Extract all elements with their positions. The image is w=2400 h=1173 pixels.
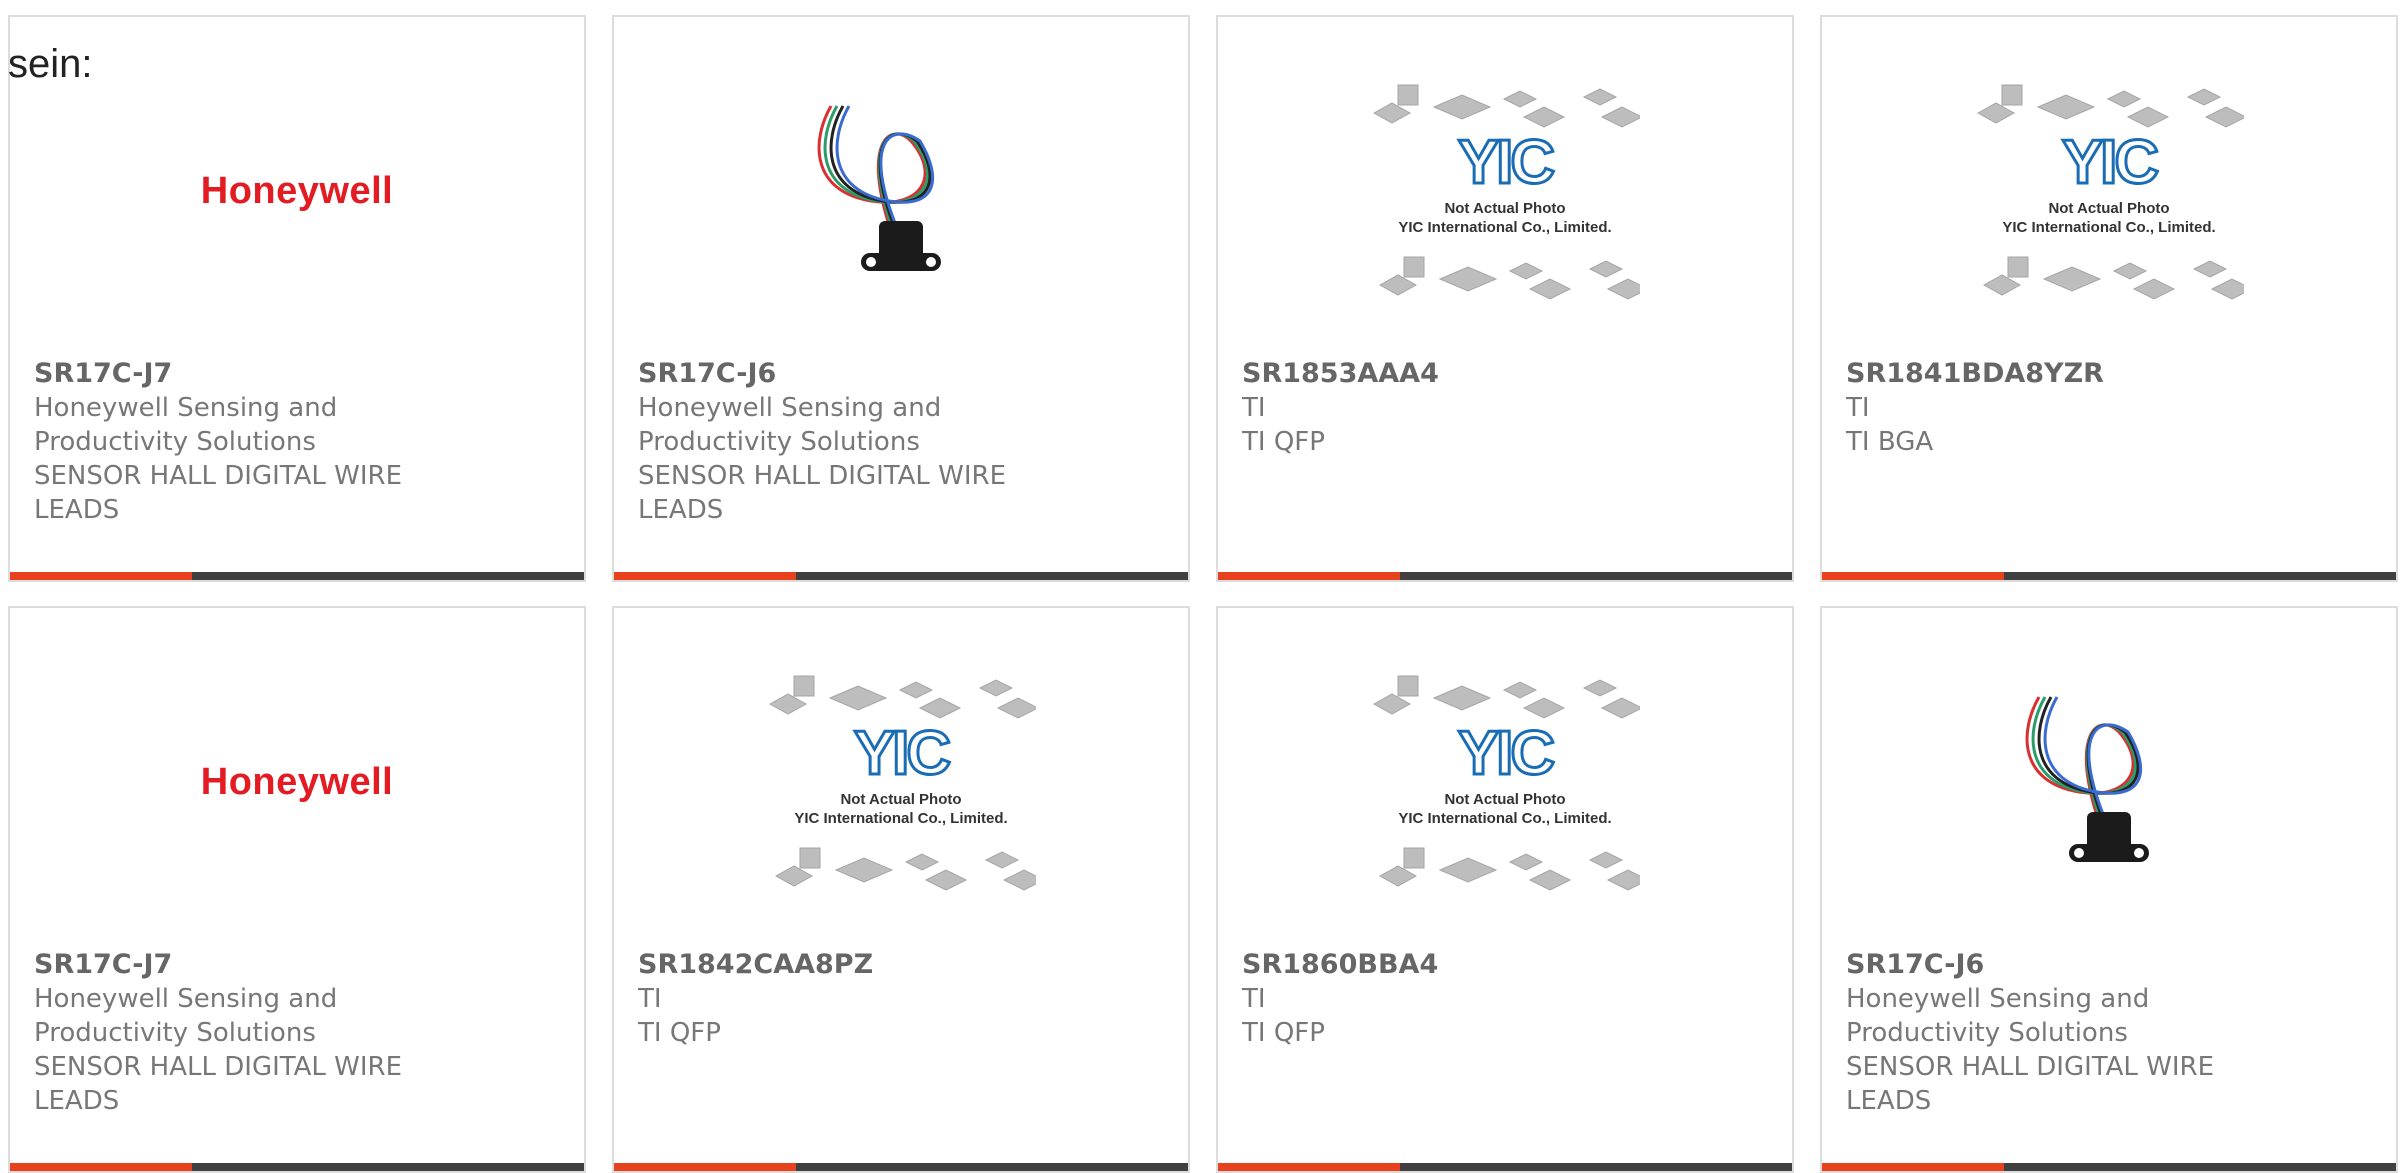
product-info: SR17C-J7 Honeywell Sensing and Productivit… (34, 948, 434, 1118)
part-number[interactable]: SR17C-J6 (1846, 948, 2246, 982)
card-accent-bar (614, 572, 796, 580)
card-accent-bar (1218, 1163, 1400, 1171)
placeholder-caption: Not Actual Photo (1444, 200, 1565, 217)
part-number[interactable]: SR1853AAA4 (1242, 357, 1642, 391)
placeholder-company: YIC International Co., Limited. (794, 810, 1007, 827)
product-info: SR1841BDA8YZR TI TI BGA (1846, 357, 2246, 459)
product-detail-line: Productivity Solutions (34, 427, 316, 457)
product-card[interactable]: YIC Not Actual Photo YIC International Co.… (612, 606, 1190, 1173)
product-detail-line: Productivity Solutions (638, 427, 920, 457)
part-number[interactable]: SR1841BDA8YZR (1846, 357, 2246, 391)
not-actual-photo-image: YIC Not Actual Photo YIC International Co.… (1976, 84, 2244, 300)
card-footer-bar (1822, 1163, 2396, 1171)
product-info: SR17C-J6 Honeywell Sensing and Productivit… (638, 357, 1038, 527)
product-detail-line: LEADS (638, 495, 724, 525)
product-detail-line: TI (1242, 393, 1266, 423)
honeywell-logo: Honeywell (200, 760, 394, 803)
yic-logo: YIC (2062, 128, 2159, 197)
product-detail-line: LEADS (34, 495, 120, 525)
product-detail-line: Honeywell Sensing and (34, 393, 338, 423)
product-detail-line: TI (638, 984, 662, 1014)
product-info: SR17C-J7 Honeywell Sensing and Productivit… (34, 357, 434, 527)
product-detail-line: LEADS (34, 1086, 120, 1116)
product-info: SR1860BBA4 TI TI QFP (1242, 948, 1642, 1050)
card-accent-bar (1822, 1163, 2004, 1171)
product-info: SR1842CAA8PZ TI TI QFP (638, 948, 1038, 1050)
product-detail-line: Honeywell Sensing and (638, 393, 942, 423)
card-accent-bar (614, 1163, 796, 1171)
product-image[interactable]: Honeywell (10, 71, 584, 311)
part-number[interactable]: SR17C-J7 (34, 357, 434, 391)
product-info: SR1853AAA4 TI TI QFP (1242, 357, 1642, 459)
product-detail-line: TI BGA (1846, 427, 1934, 457)
product-image[interactable]: YIC Not Actual Photo YIC International Co.… (1822, 71, 2396, 311)
product-image[interactable] (1822, 662, 2396, 902)
product-image[interactable] (614, 71, 1188, 311)
product-card[interactable]: YIC Not Actual Photo YIC International Co.… (1216, 15, 1794, 582)
card-footer-bar (10, 572, 584, 580)
product-card[interactable]: Honeywell SR17C-J7 Honeywell Sensing and Pr… (8, 15, 586, 582)
product-image[interactable]: YIC Not Actual Photo YIC International Co.… (1218, 71, 1792, 311)
part-number[interactable]: SR17C-J7 (34, 948, 434, 982)
not-actual-photo-image: YIC Not Actual Photo YIC International Co.… (1372, 675, 1640, 891)
product-card[interactable]: SR17C-J6 Honeywell Sensing and Productivit… (1820, 606, 2398, 1173)
product-detail-line: Productivity Solutions (34, 1018, 316, 1048)
part-number[interactable]: SR1860BBA4 (1242, 948, 1642, 982)
product-detail-line: TI (1242, 984, 1266, 1014)
product-card[interactable]: YIC Not Actual Photo YIC International Co.… (1820, 15, 2398, 582)
product-card[interactable]: YIC Not Actual Photo YIC International Co.… (1216, 606, 1794, 1173)
lead-text: sein: (8, 42, 93, 86)
product-image[interactable]: YIC Not Actual Photo YIC International Co.… (614, 662, 1188, 902)
product-detail-line: Productivity Solutions (1846, 1018, 2128, 1048)
card-footer-bar (1822, 572, 2396, 580)
sensor-photo (817, 105, 941, 271)
yic-logo: YIC (1458, 719, 1555, 788)
product-image[interactable]: Honeywell (10, 662, 584, 902)
not-actual-photo-image: YIC Not Actual Photo YIC International Co.… (1372, 84, 1640, 300)
product-detail-line: Honeywell Sensing and (1846, 984, 2150, 1014)
card-accent-bar (1218, 572, 1400, 580)
not-actual-photo-image: YIC Not Actual Photo YIC International Co.… (768, 675, 1036, 891)
placeholder-company: YIC International Co., Limited. (1398, 219, 1611, 236)
product-detail-line: SENSOR HALL DIGITAL WIRE (638, 461, 1007, 491)
placeholder-caption: Not Actual Photo (840, 791, 961, 808)
product-detail-line: TI QFP (638, 1018, 721, 1048)
product-card[interactable]: Honeywell SR17C-J7 Honeywell Sensing and Pr… (8, 606, 586, 1173)
card-footer-bar (614, 1163, 1188, 1171)
placeholder-company: YIC International Co., Limited. (2002, 219, 2215, 236)
product-detail-line: SENSOR HALL DIGITAL WIRE (34, 1052, 403, 1082)
honeywell-logo: Honeywell (200, 169, 394, 212)
placeholder-caption: Not Actual Photo (1444, 791, 1565, 808)
card-accent-bar (10, 1163, 192, 1171)
card-footer-bar (614, 572, 1188, 580)
placeholder-company: YIC International Co., Limited. (1398, 810, 1611, 827)
card-accent-bar (1822, 572, 2004, 580)
yic-logo: YIC (854, 719, 951, 788)
product-detail-line: SENSOR HALL DIGITAL WIRE (1846, 1052, 2215, 1082)
part-number[interactable]: SR17C-J6 (638, 357, 1038, 391)
product-detail-line: LEADS (1846, 1086, 1932, 1116)
product-detail-line: Honeywell Sensing and (34, 984, 338, 1014)
placeholder-caption: Not Actual Photo (2048, 200, 2169, 217)
sensor-photo (2025, 696, 2149, 862)
part-number[interactable]: SR1842CAA8PZ (638, 948, 1038, 982)
product-detail-line: TI QFP (1242, 1018, 1325, 1048)
yic-logo: YIC (1458, 128, 1555, 197)
product-card[interactable]: SR17C-J6 Honeywell Sensing and Productivit… (612, 15, 1190, 582)
card-accent-bar (10, 572, 192, 580)
product-detail-line: TI (1846, 393, 1870, 423)
product-detail-line: SENSOR HALL DIGITAL WIRE (34, 461, 403, 491)
product-detail-line: TI QFP (1242, 427, 1325, 457)
product-info: SR17C-J6 Honeywell Sensing and Productivit… (1846, 948, 2246, 1118)
product-image[interactable]: YIC Not Actual Photo YIC International Co.… (1218, 662, 1792, 902)
card-footer-bar (10, 1163, 584, 1171)
card-footer-bar (1218, 572, 1792, 580)
card-footer-bar (1218, 1163, 1792, 1171)
